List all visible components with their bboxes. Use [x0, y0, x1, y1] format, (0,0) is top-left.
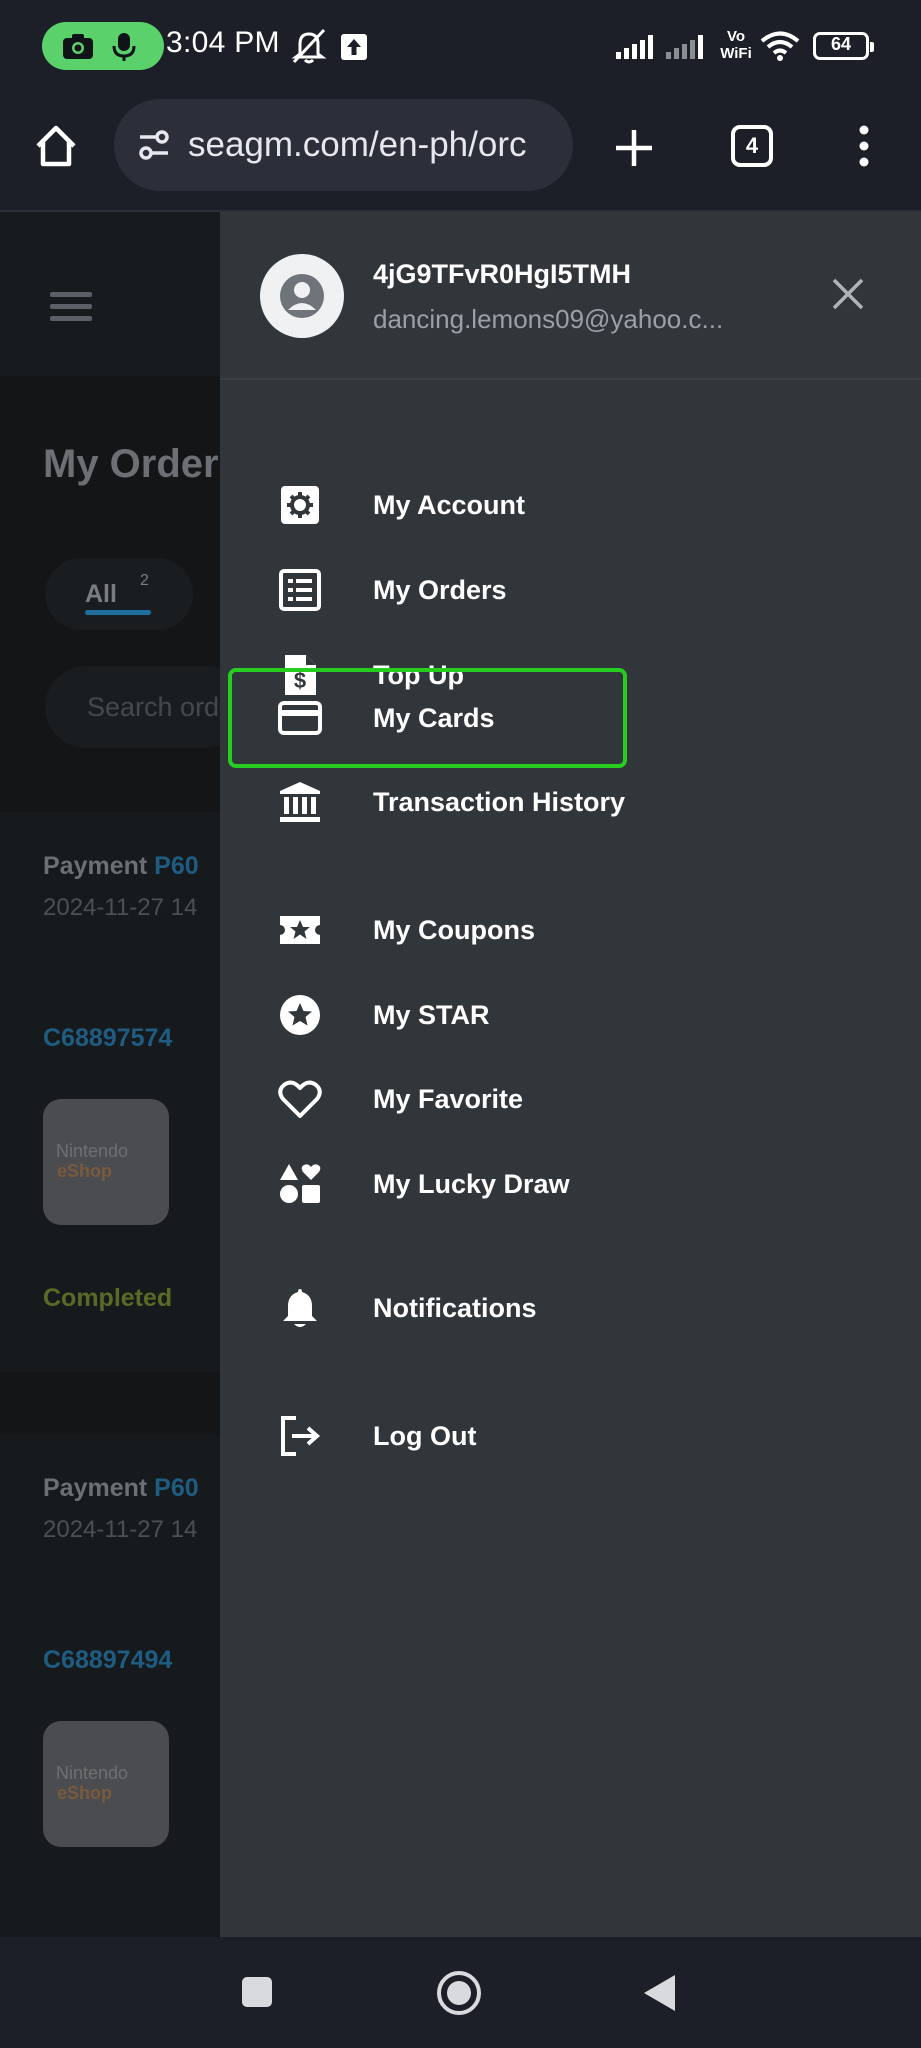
- order-date: 2024-11-27 14: [43, 894, 198, 921]
- payment-line: Payment P60: [43, 852, 199, 881]
- menu-item-my-star[interactable]: My STAR: [220, 975, 921, 1055]
- order-date: 2024-11-27 14: [43, 1516, 198, 1543]
- page-title: My Order: [43, 442, 219, 486]
- close-icon[interactable]: [828, 274, 868, 314]
- menu-item-my-account[interactable]: My Account: [220, 465, 921, 545]
- new-tab-icon[interactable]: [614, 128, 654, 168]
- home-button-icon[interactable]: [436, 1970, 482, 2016]
- menu-item-label: My Orders: [373, 575, 507, 605]
- thumb-line1: Nintendo: [56, 1141, 129, 1161]
- menu-item-label: Transaction History: [373, 787, 626, 817]
- avatar[interactable]: [260, 254, 344, 338]
- menu-item-label: My STAR: [373, 1000, 490, 1030]
- tab-all-count: 2: [140, 572, 149, 589]
- status-bar: 3:04 PM Vo WiFi 64: [0, 0, 921, 96]
- search-placeholder: Search ord: [87, 692, 220, 722]
- clock: 3:04 PM: [166, 26, 280, 59]
- battery-level: 64: [830, 34, 852, 54]
- menu-item-label: My Favorite: [373, 1084, 524, 1114]
- tab-all[interactable]: All 2: [45, 558, 193, 630]
- url-text: seagm.com/en-ph/orc: [188, 125, 527, 164]
- muted-bell-icon: [291, 28, 327, 64]
- site-header: [0, 212, 220, 376]
- order-status: Completed: [43, 1284, 173, 1312]
- product-thumbnail: Nintendo eShop: [43, 1099, 169, 1225]
- system-navigation-bar: [0, 1937, 921, 2048]
- user-icon: [280, 274, 324, 318]
- order-id[interactable]: C68897494: [43, 1646, 172, 1675]
- order-id[interactable]: C68897574: [43, 1024, 172, 1053]
- tab-switcher-button[interactable]: 4: [731, 125, 773, 167]
- home-icon[interactable]: [32, 122, 80, 170]
- back-icon[interactable]: [641, 1973, 677, 2013]
- address-bar[interactable]: seagm.com/en-ph/orc: [114, 99, 573, 191]
- menu-item-my-coupons[interactable]: My Coupons: [220, 890, 921, 970]
- microphone-icon: [112, 33, 136, 61]
- recording-indicator[interactable]: [42, 22, 164, 70]
- heart-icon: [278, 1080, 322, 1118]
- menu-item-log-out[interactable]: Log Out: [220, 1396, 921, 1476]
- list-icon: [279, 569, 321, 611]
- menu-item-label: Log Out: [373, 1421, 477, 1451]
- menu-item-label: My Account: [373, 490, 526, 520]
- more-options-icon[interactable]: [852, 124, 876, 168]
- bank-icon: [280, 782, 320, 822]
- account-drawer: 4jG9TFvR0HgI5TMH dancing.lemons09@yahoo.…: [220, 212, 921, 1937]
- search-orders-input[interactable]: Search ord: [45, 666, 220, 748]
- payment-label: Payment: [43, 1474, 148, 1502]
- payment-label: Payment: [43, 852, 148, 880]
- orders-page-background: My Order All 2 Search ord Payment P60 20…: [0, 212, 220, 1937]
- menu-item-my-cards[interactable]: My Cards: [220, 678, 921, 758]
- menu-item-notifications[interactable]: Notifications: [220, 1268, 921, 1348]
- credit-card-icon: [278, 701, 322, 735]
- user-email: dancing.lemons09@yahoo.c...: [373, 304, 724, 334]
- menu-item-label: My Cards: [373, 703, 495, 733]
- payment-id: P60: [154, 852, 199, 880]
- hamburger-menu-icon[interactable]: [50, 292, 92, 328]
- camera-icon: [63, 34, 93, 59]
- menu-item-label: My Lucky Draw: [373, 1169, 570, 1199]
- drawer-header: 4jG9TFvR0HgI5TMH dancing.lemons09@yahoo.…: [220, 212, 921, 380]
- menu-item-my-orders[interactable]: My Orders: [220, 550, 921, 630]
- battery-indicator: 64: [813, 32, 874, 60]
- thumb-line1: Nintendo: [56, 1763, 129, 1783]
- signal-icon: [616, 35, 653, 59]
- shapes-icon: [280, 1164, 321, 1203]
- menu-item-my-favorite[interactable]: My Favorite: [220, 1059, 921, 1139]
- menu-item-label: My Coupons: [373, 915, 535, 945]
- upload-icon: [341, 34, 367, 60]
- menu-item-transaction-history[interactable]: Transaction History: [220, 762, 921, 842]
- tab-active-indicator: [85, 610, 151, 615]
- site-settings-icon[interactable]: [136, 127, 172, 163]
- menu-item-my-lucky-draw[interactable]: My Lucky Draw: [220, 1144, 921, 1224]
- thumb-line2: eShop: [57, 1783, 113, 1803]
- username: 4jG9TFvR0HgI5TMH: [373, 259, 632, 289]
- tab-all-label: All: [85, 580, 117, 608]
- vowifi-indicator: Vo WiFi: [720, 28, 752, 62]
- gear-icon: [281, 486, 319, 524]
- browser-toolbar: seagm.com/en-ph/orc 4: [0, 96, 921, 212]
- bell-icon: [283, 1289, 317, 1327]
- recents-icon[interactable]: [240, 1975, 274, 2009]
- signal-icon-2: [666, 35, 703, 59]
- payment-line: Payment P60: [43, 1474, 199, 1503]
- order-card[interactable]: Payment P60 2024-11-27 14 C68897494 Nint…: [0, 1434, 220, 1937]
- menu-item-label: Notifications: [373, 1293, 537, 1323]
- order-card[interactable]: Payment P60 2024-11-27 14 C68897574 Nint…: [0, 812, 220, 1372]
- payment-id: P60: [154, 1474, 199, 1502]
- star-circle-icon: [280, 995, 320, 1035]
- thumb-line2: eShop: [57, 1161, 113, 1181]
- logout-icon: [281, 1416, 321, 1456]
- product-thumbnail: Nintendo eShop: [43, 1721, 169, 1847]
- wifi-icon: [760, 31, 800, 61]
- ticket-star-icon: [280, 916, 320, 944]
